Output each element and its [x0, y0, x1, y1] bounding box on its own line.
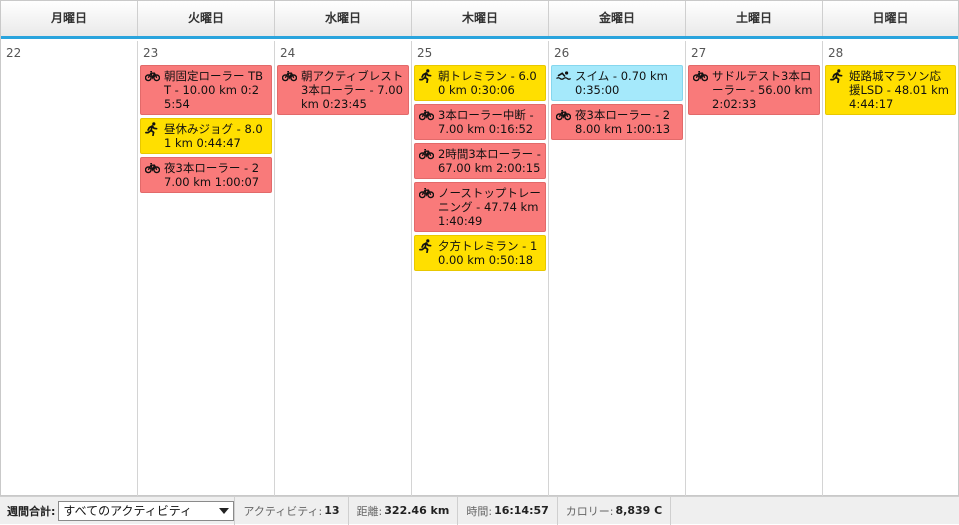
activity-summary: 夕方トレミラン - 10.00 km 0:50:18: [438, 239, 538, 267]
activity-summary: 姫路城マラソン応援LSD - 48.01 km 4:44:17: [849, 69, 949, 111]
activity-summary: 3本ローラー中断 - 7.00 km 0:16:52: [438, 108, 534, 136]
activity-summary: スイム - 0.70 km 0:35:00: [575, 69, 668, 97]
day-cell[interactable]: 25 朝トレミラン - 6.00 km 0:30:06 3本ローラー中断 - 7.0…: [412, 41, 549, 496]
weekly-total-label: 週間合計:: [7, 504, 56, 518]
weekly-summary-bar: 週間合計: すべてのアクティビティ アクティビティ: 13 距離: 322.46…: [0, 496, 959, 525]
activity-entry[interactable]: スイム - 0.70 km 0:35:00: [551, 65, 683, 101]
activity-entry[interactable]: 朝トレミラン - 6.00 km 0:30:06: [414, 65, 546, 101]
activity-entry[interactable]: ノーストップトレーニング - 47.74 km 1:40:49: [414, 182, 546, 232]
activity-summary: ノーストップトレーニング - 47.74 km 1:40:49: [438, 186, 541, 228]
run-icon: [419, 69, 438, 83]
run-icon: [419, 239, 438, 253]
day-number: 24: [280, 46, 296, 60]
day-cell[interactable]: 26 スイム - 0.70 km 0:35:00 夜3本ローラー - 28.00 k…: [549, 41, 686, 496]
day-number: 22: [6, 46, 22, 60]
activity-entry[interactable]: 2時間3本ローラー - 67.00 km 2:00:15: [414, 143, 546, 179]
calories-total: カロリー: 8,839 C: [556, 496, 670, 525]
time-label: 時間:: [466, 504, 493, 518]
activity-entry[interactable]: 3本ローラー中断 - 7.00 km 0:16:52: [414, 104, 546, 140]
day-row: 22 23 朝固定ローラー TBT - 10.00 km 0:25:54 昼休みジョグ…: [1, 41, 958, 496]
run-icon: [830, 69, 849, 83]
activity-entry[interactable]: サドルテスト3本ローラー - 56.00 km 2:02:33: [688, 65, 820, 115]
day-activity-list: 朝トレミラン - 6.00 km 0:30:06 3本ローラー中断 - 7.00 …: [414, 65, 546, 274]
bike-icon: [419, 186, 438, 200]
day-cell[interactable]: 27 サドルテスト3本ローラー - 56.00 km 2:02:33: [686, 41, 823, 496]
bike-icon: [556, 108, 575, 122]
day-number: 23: [143, 46, 159, 60]
activity-summary: 夜3本ローラー - 28.00 km 1:00:13: [575, 108, 671, 136]
day-number: 26: [554, 46, 570, 60]
bike-icon: [419, 108, 438, 122]
activity-entry[interactable]: 昼休みジョグ - 8.01 km 0:44:47: [140, 118, 272, 154]
activity-summary: 朝アクティブレスト3本ローラー - 7.00 km 0:23:45: [301, 69, 404, 111]
day-activity-list: 姫路城マラソン応援LSD - 48.01 km 4:44:17: [825, 65, 956, 118]
weekday-monday: 月曜日: [1, 1, 138, 36]
distance-label: 距離:: [356, 504, 383, 518]
day-activity-list: 朝固定ローラー TBT - 10.00 km 0:25:54 昼休みジョグ - 8…: [140, 65, 272, 196]
activities-label: アクティビティ:: [243, 504, 323, 518]
bike-icon: [282, 69, 301, 83]
weekday-sunday: 日曜日: [872, 11, 909, 25]
activity-entry[interactable]: 朝アクティブレスト3本ローラー - 7.00 km 0:23:45: [277, 65, 409, 115]
activity-entry[interactable]: 朝固定ローラー TBT - 10.00 km 0:25:54: [140, 65, 272, 115]
day-cell[interactable]: 23 朝固定ローラー TBT - 10.00 km 0:25:54 昼休みジョグ -…: [138, 41, 275, 496]
distance-total: 距離: 322.46 km: [347, 496, 458, 525]
weekday-friday: 金曜日: [549, 1, 686, 36]
day-number: 25: [417, 46, 433, 60]
activity-entry[interactable]: 夕方トレミラン - 10.00 km 0:50:18: [414, 235, 546, 271]
activity-filter-value: すべてのアクティビティ: [63, 504, 193, 518]
week-calendar: 月曜日 火曜日 水曜日 木曜日 金曜日 土曜日 日曜日 22 23 朝固定ローラー …: [0, 0, 959, 496]
weekday-tuesday: 火曜日: [138, 1, 275, 36]
run-icon: [145, 122, 164, 136]
activity-summary: 朝固定ローラー TBT - 10.00 km 0:25:54: [164, 69, 264, 111]
activity-entry[interactable]: 姫路城マラソン応援LSD - 48.01 km 4:44:17: [825, 65, 956, 115]
activity-filter-select[interactable]: すべてのアクティビティ: [58, 500, 235, 521]
bike-icon: [145, 69, 164, 83]
activity-summary: 2時間3本ローラー - 67.00 km 2:00:15: [438, 147, 541, 175]
weekday-wednesday: 水曜日: [275, 1, 412, 36]
distance-value: 322.46 km: [384, 504, 450, 517]
day-number: 28: [828, 46, 844, 60]
activities-value: 13: [324, 504, 340, 517]
day-activity-list: 朝アクティブレスト3本ローラー - 7.00 km 0:23:45: [277, 65, 409, 118]
calories-value: 8,839 C: [615, 504, 663, 517]
day-cell[interactable]: 22: [1, 41, 138, 496]
day-cell[interactable]: 24 朝アクティブレスト3本ローラー - 7.00 km 0:23:45: [275, 41, 412, 496]
day-activity-list: スイム - 0.70 km 0:35:00 夜3本ローラー - 28.00 km …: [551, 65, 683, 143]
time-value: 16:14:57: [494, 504, 549, 517]
weekday-saturday: 土曜日: [686, 1, 823, 36]
bike-icon: [419, 147, 438, 161]
activity-summary: 昼休みジョグ - 8.01 km 0:44:47: [164, 122, 263, 150]
bike-icon: [693, 69, 712, 83]
day-cell[interactable]: 28 姫路城マラソン応援LSD - 48.01 km 4:44:17: [823, 41, 958, 496]
day-number: 27: [691, 46, 707, 60]
bike-icon: [145, 161, 164, 175]
activity-entry[interactable]: 夜3本ローラー - 28.00 km 1:00:13: [551, 104, 683, 140]
calories-label: カロリー:: [565, 504, 614, 518]
chevron-down-icon: [219, 507, 230, 514]
weekday-thursday: 木曜日: [412, 1, 549, 36]
weekday-header: 月曜日 火曜日 水曜日 木曜日 金曜日 土曜日 日曜日: [1, 1, 958, 39]
time-total: 時間: 16:14:57: [457, 496, 556, 525]
activity-summary: 夜3本ローラー - 27.00 km 1:00:07: [164, 161, 260, 189]
activities-count: アクティビティ: 13: [234, 496, 347, 525]
activity-entry[interactable]: 夜3本ローラー - 27.00 km 1:00:07: [140, 157, 272, 193]
swim-icon: [556, 69, 575, 83]
day-activity-list: サドルテスト3本ローラー - 56.00 km 2:02:33: [688, 65, 820, 118]
activity-summary: サドルテスト3本ローラー - 56.00 km 2:02:33: [712, 69, 813, 111]
activity-summary: 朝トレミラン - 6.00 km 0:30:06: [438, 69, 537, 97]
footer-spacer: [670, 496, 959, 525]
